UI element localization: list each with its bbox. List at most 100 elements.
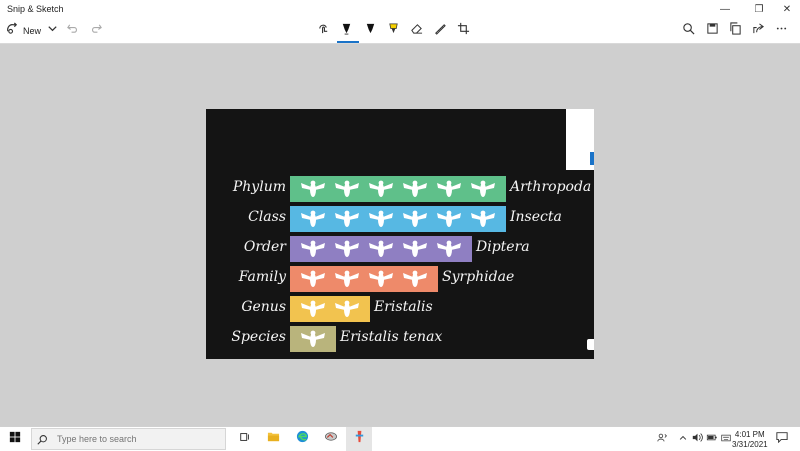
- system-clock[interactable]: 4:01 PM 3/31/2021: [732, 430, 768, 450]
- notifications-button[interactable]: [775, 431, 789, 447]
- insect-silhouette-icon: [398, 178, 432, 200]
- photos-icon: [324, 430, 338, 448]
- highlighter-icon: [387, 22, 400, 40]
- crop-button[interactable]: [457, 22, 470, 40]
- insect-silhouette-icon: [296, 208, 330, 230]
- chevron-down-icon: [46, 22, 59, 40]
- copy-button[interactable]: [729, 22, 742, 40]
- insect-silhouette-icon: [296, 238, 330, 260]
- insect-silhouette-icon: [432, 178, 466, 200]
- rank-bar: [290, 176, 506, 202]
- insect-silhouette-icon: [364, 178, 398, 200]
- rank-label: Order: [243, 239, 286, 255]
- share-button[interactable]: [752, 22, 765, 40]
- edge-icon: [296, 430, 309, 448]
- rank-label: Family: [238, 269, 286, 285]
- close-button[interactable]: ✕: [772, 0, 800, 19]
- photos-button[interactable]: [322, 431, 340, 447]
- rank-bar: [290, 266, 438, 292]
- share-icon: [752, 22, 765, 40]
- insect-silhouette-icon: [398, 208, 432, 230]
- search-input[interactable]: [55, 433, 209, 445]
- zoom-button[interactable]: [682, 22, 695, 40]
- rank-bar: [290, 296, 370, 322]
- taxonomy-row: Class Insecta: [206, 206, 594, 232]
- minimize-button[interactable]: —: [710, 0, 740, 19]
- pencil-button[interactable]: [364, 22, 377, 40]
- volume-button[interactable]: [690, 431, 704, 447]
- touch-writing-icon: [317, 22, 330, 40]
- taxonomy-row: Phylum Arthropoda: [206, 176, 594, 202]
- save-icon: [706, 22, 719, 40]
- taxon-name: Syrphidae: [442, 269, 515, 285]
- taxonomy-row: Family Syrphidae: [206, 266, 594, 292]
- restore-button[interactable]: ❐: [744, 0, 774, 19]
- task-view-icon: [239, 430, 251, 448]
- keyboard-icon: [720, 430, 732, 448]
- taxonomy-row: Species Eristalis tenax: [206, 326, 594, 352]
- file-explorer-button[interactable]: [265, 431, 281, 447]
- captured-scrollbar-fragment: [590, 152, 594, 165]
- battery-button[interactable]: [705, 431, 719, 447]
- insect-silhouette-icon: [330, 238, 364, 260]
- notification-icon: [776, 430, 788, 448]
- windows-logo-icon: [9, 430, 21, 448]
- clock-date: 3/31/2021: [732, 440, 768, 449]
- snip-sketch-button[interactable]: [351, 430, 367, 447]
- insect-silhouette-icon: [466, 178, 500, 200]
- taxon-name: Eristalis: [374, 299, 433, 315]
- save-button[interactable]: [706, 22, 719, 40]
- more-button[interactable]: [775, 22, 788, 40]
- keyboard-button[interactable]: [719, 431, 733, 447]
- new-label: New: [23, 26, 42, 36]
- taskbar: 4:01 PM 3/31/2021: [0, 426, 800, 451]
- taxon-name: Eristalis tenax: [340, 329, 443, 345]
- insect-silhouette-icon: [296, 298, 330, 320]
- redo-button[interactable]: [90, 22, 103, 40]
- rank-bar: [290, 326, 336, 352]
- chevron-up-icon: [678, 430, 688, 448]
- highlighter-button[interactable]: [387, 22, 400, 40]
- battery-icon: [706, 430, 718, 448]
- redo-icon: [90, 22, 103, 40]
- insect-silhouette-icon: [432, 208, 466, 230]
- ruler-button[interactable]: [433, 22, 446, 40]
- eraser-button[interactable]: [410, 22, 423, 40]
- people-button[interactable]: [655, 431, 669, 447]
- taxon-name: Insecta: [510, 209, 562, 225]
- ballpoint-pen-icon: [340, 22, 353, 40]
- volume-icon: [692, 430, 703, 448]
- task-view-button[interactable]: [237, 431, 253, 447]
- touch-writing-button[interactable]: [317, 22, 330, 40]
- undo-button[interactable]: [66, 22, 79, 40]
- insect-silhouette-icon: [398, 238, 432, 260]
- show-hidden-icons-button[interactable]: [677, 431, 689, 447]
- insect-silhouette-icon: [432, 238, 466, 260]
- new-mode-dropdown[interactable]: [46, 22, 59, 40]
- crop-icon: [457, 22, 470, 40]
- new-snip-icon: [6, 22, 19, 40]
- zoom-icon: [682, 22, 695, 40]
- eraser-icon: [410, 22, 423, 40]
- new-snip-button[interactable]: New: [6, 22, 41, 40]
- taxonomy-row: Genus Eristalis: [206, 296, 594, 322]
- snipped-image[interactable]: Phylum Arthropoda Class Insecta Order Diptera…: [206, 109, 594, 359]
- insect-silhouette-icon: [296, 328, 330, 350]
- ballpoint-pen-button[interactable]: [340, 22, 353, 40]
- insect-silhouette-icon: [364, 208, 398, 230]
- search-icon: [37, 434, 48, 445]
- toolbar: New: [0, 19, 800, 44]
- taskbar-search[interactable]: [31, 428, 226, 450]
- insect-silhouette-icon: [296, 268, 330, 290]
- title-bar: Snip & Sketch — ❐ ✕: [0, 0, 800, 19]
- edge-button[interactable]: [294, 430, 310, 448]
- insect-silhouette-icon: [364, 268, 398, 290]
- copy-icon: [729, 22, 742, 40]
- window-title: Snip & Sketch: [7, 4, 64, 14]
- clock-time: 4:01 PM: [734, 430, 765, 439]
- insect-silhouette-icon: [364, 238, 398, 260]
- rank-label: Class: [248, 209, 286, 225]
- people-icon: [656, 430, 668, 448]
- start-button[interactable]: [6, 431, 24, 447]
- active-tool-indicator: [337, 41, 359, 43]
